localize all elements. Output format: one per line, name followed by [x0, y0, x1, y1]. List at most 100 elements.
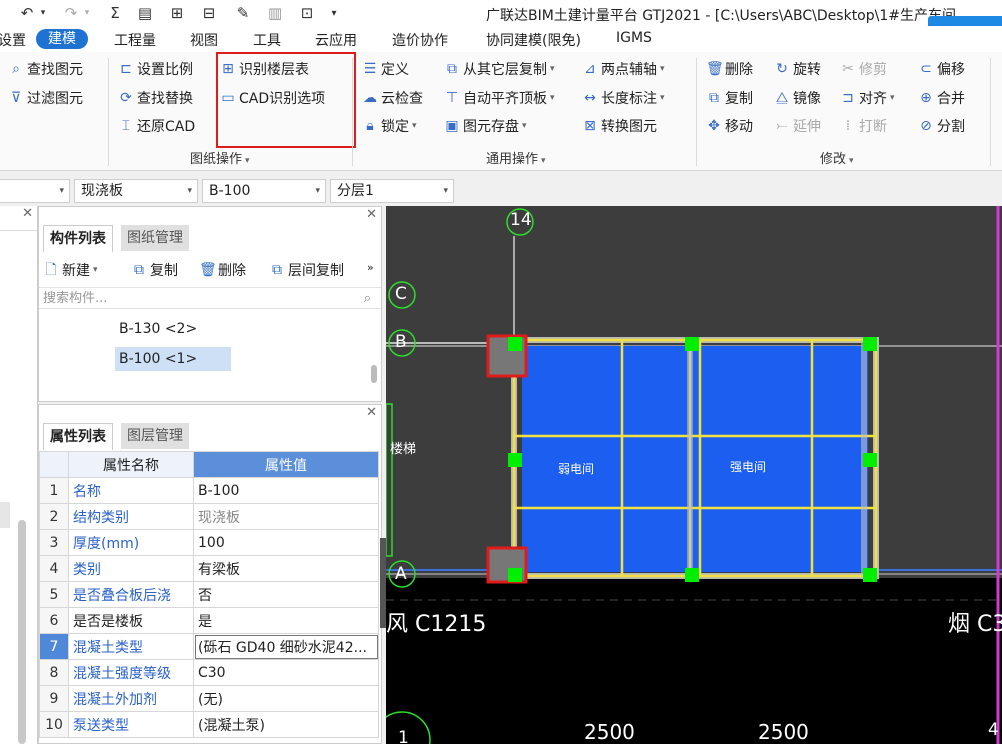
delete-button[interactable]: 🗑︎ 删除	[706, 58, 753, 80]
table-row[interactable]: 8 混凝土强度等级 C30	[39, 659, 379, 686]
edit-pen-icon[interactable]: ✎	[232, 3, 254, 23]
element-save-button[interactable]: ▣ 图元存盘 ▾	[444, 115, 526, 137]
drawing-canvas[interactable]: 14 C B A 楼梯 弱电间 强电间 风 C1215 烟 C3 2500 25…	[386, 206, 1002, 744]
find-replace-button[interactable]: ⟳ 查找替换	[118, 87, 193, 109]
cloud-check-icon: ☁	[363, 90, 377, 106]
general-ops-group[interactable]: 通用操作 ▾	[486, 148, 546, 167]
component-scrollbar[interactable]	[371, 365, 377, 383]
list-item[interactable]: B-130 <2>	[115, 317, 201, 341]
convert-element-button[interactable]: ⊠ 转换图元	[582, 115, 657, 137]
component-search-input[interactable]: 搜索构件... ⌕	[39, 287, 381, 309]
table-row[interactable]: 4 类别 有梁板	[39, 555, 379, 582]
close-icon[interactable]: ✕	[22, 206, 33, 221]
tab-drawing-manage[interactable]: 图纸管理	[121, 225, 189, 251]
modify-group[interactable]: 修改 ▾	[820, 148, 854, 167]
menu-view[interactable]: 视图	[190, 30, 218, 50]
close-icon[interactable]: ✕	[366, 207, 377, 222]
element-select[interactable]: B-100 ▾	[202, 179, 326, 203]
find-element-icon: ⌕	[12, 61, 20, 77]
sum-icon[interactable]: Σ	[104, 3, 126, 23]
delete-component-button[interactable]: 🗑︎ 删除	[199, 259, 246, 281]
tab-layer-manage[interactable]: 图层管理	[121, 423, 189, 449]
column-icon[interactable]: ▥	[264, 3, 286, 23]
category-select[interactable]: 现浇板 ▾	[74, 179, 198, 203]
set-scale-button[interactable]: ⊏ 设置比例	[118, 58, 193, 80]
table-row[interactable]: 6 是否是楼板是	[39, 607, 379, 634]
customize-toolbar-icon[interactable]: ▾	[326, 3, 342, 23]
copy-button[interactable]: ⧉ 复制	[706, 87, 753, 109]
grid-view-icon[interactable]: ⊞	[166, 3, 188, 23]
dimension-label: 2500	[584, 720, 635, 744]
menu-settings[interactable]: 设置	[0, 30, 26, 50]
menu-collab-modeling[interactable]: 协同建模(限免)	[486, 30, 581, 50]
menu-cloud[interactable]: 云应用	[315, 30, 357, 50]
rotate-button[interactable]: ↻ 旋转	[774, 58, 821, 80]
two-point-axis-button[interactable]: ⊿ 两点辅轴 ▾	[582, 58, 664, 80]
new-component-button[interactable]: 🗋︎ 新建 ▾	[43, 259, 97, 281]
drawing-ops-group[interactable]: 图纸操作 ▾	[190, 148, 250, 167]
filter-element-button[interactable]: ⊽ 过滤图元	[8, 87, 83, 109]
break-button[interactable]: ⁞ 打断	[840, 115, 887, 137]
lock-button[interactable]: 🔒︎ 锁定 ▾	[362, 115, 416, 137]
list-item-selected[interactable]: B-100 <1>	[115, 347, 231, 371]
table-header-num	[39, 451, 69, 478]
floor-select[interactable]: ▾	[0, 179, 70, 203]
more-icon[interactable]: »	[367, 261, 374, 274]
close-icon[interactable]: ✕	[366, 405, 377, 420]
restore-cad-button[interactable]: ⌶ 还原CAD	[118, 115, 195, 137]
length-dim-button[interactable]: ↔ 长度标注 ▾	[582, 87, 664, 109]
table-row[interactable]: 10 泵送类型 (混凝土泵)	[39, 711, 379, 738]
redo-icon[interactable]: ↷	[60, 3, 82, 23]
find-element-button[interactable]: ⌕ 查找图元	[8, 58, 83, 80]
table-row[interactable]: 9 混凝土外加剂 (无)	[39, 685, 379, 712]
menu-cost-collab[interactable]: 造价协作	[392, 30, 448, 50]
define-button[interactable]: ☰ 定义	[362, 58, 409, 80]
nav-scrollbar[interactable]	[18, 520, 26, 744]
nav-selected-row[interactable]	[0, 502, 10, 528]
undo-icon[interactable]: ↶	[16, 3, 38, 23]
copy-from-floor-button[interactable]: ⧉ 从其它层复制 ▾	[444, 58, 555, 80]
redo-dropdown-icon[interactable]: ▾	[82, 3, 92, 23]
axis-label-a: A	[395, 564, 407, 584]
split-button[interactable]: ⊘ 分割	[918, 115, 965, 137]
layout-icon[interactable]: ⊟	[198, 3, 220, 23]
table-row[interactable]: 2 结构类别 现浇板	[39, 503, 379, 530]
table-row[interactable]: 5 是否叠合板后浇否	[39, 581, 379, 608]
search-icon: ⌕	[363, 291, 371, 306]
report-icon[interactable]: ▤	[134, 3, 156, 23]
table-row[interactable]: 3 厚度(mm) 100	[39, 529, 379, 556]
trim-button[interactable]: ✂ 修剪	[840, 58, 887, 80]
floor-copy-button[interactable]: ⧉ 层间复制	[269, 259, 344, 281]
room-label-strong: 强电间	[730, 460, 767, 474]
extend-button[interactable]: ⤚ 延伸	[774, 115, 821, 137]
menu-igms[interactable]: IGMS	[616, 30, 652, 46]
copy-component-button[interactable]: ⧉ 复制	[131, 259, 178, 281]
window-label-left: 风 C1215	[386, 612, 487, 637]
menu-modeling[interactable]: 建模	[36, 29, 88, 49]
tab-property-list[interactable]: 属性列表	[43, 423, 113, 450]
mirror-button[interactable]: ⧋ 镜像	[774, 87, 821, 109]
auto-level-top-button[interactable]: ⊤ 自动平齐顶板 ▾	[444, 87, 555, 109]
rotate-icon: ↻	[776, 61, 788, 77]
align-button[interactable]: ⊐ 对齐 ▾	[840, 87, 894, 109]
menu-tools[interactable]: 工具	[253, 30, 281, 50]
dimension-label: 2500	[758, 720, 809, 744]
merge-icon: ⊕	[920, 90, 932, 106]
filter-icon: ⊽	[10, 90, 22, 106]
new-file-icon: 🗋︎	[45, 262, 57, 278]
tab-component-list[interactable]: 构件列表	[43, 225, 113, 252]
undo-dropdown-icon[interactable]: ▾	[38, 3, 48, 23]
move-button[interactable]: ✥ 移动	[706, 115, 753, 137]
highlight-box	[216, 52, 356, 148]
room-label-weak: 弱电间	[558, 462, 595, 476]
trim-icon: ✂	[842, 61, 854, 77]
copy-icon: ⧉	[709, 90, 719, 106]
cloud-check-button[interactable]: ☁ 云检查	[362, 87, 423, 109]
offset-button[interactable]: ⊂ 偏移	[918, 58, 965, 80]
table-row-selected[interactable]: 7 混凝土类型 (砾石 GD40 细砂水泥42...	[39, 633, 379, 660]
layer-select[interactable]: 分层1 ▾	[330, 179, 454, 203]
screenshot-icon[interactable]: ⊡	[296, 3, 318, 23]
table-row[interactable]: 1 名称 B-100	[39, 477, 379, 504]
menu-quantity[interactable]: 工程量	[114, 30, 156, 50]
merge-button[interactable]: ⊕ 合并	[918, 87, 965, 109]
